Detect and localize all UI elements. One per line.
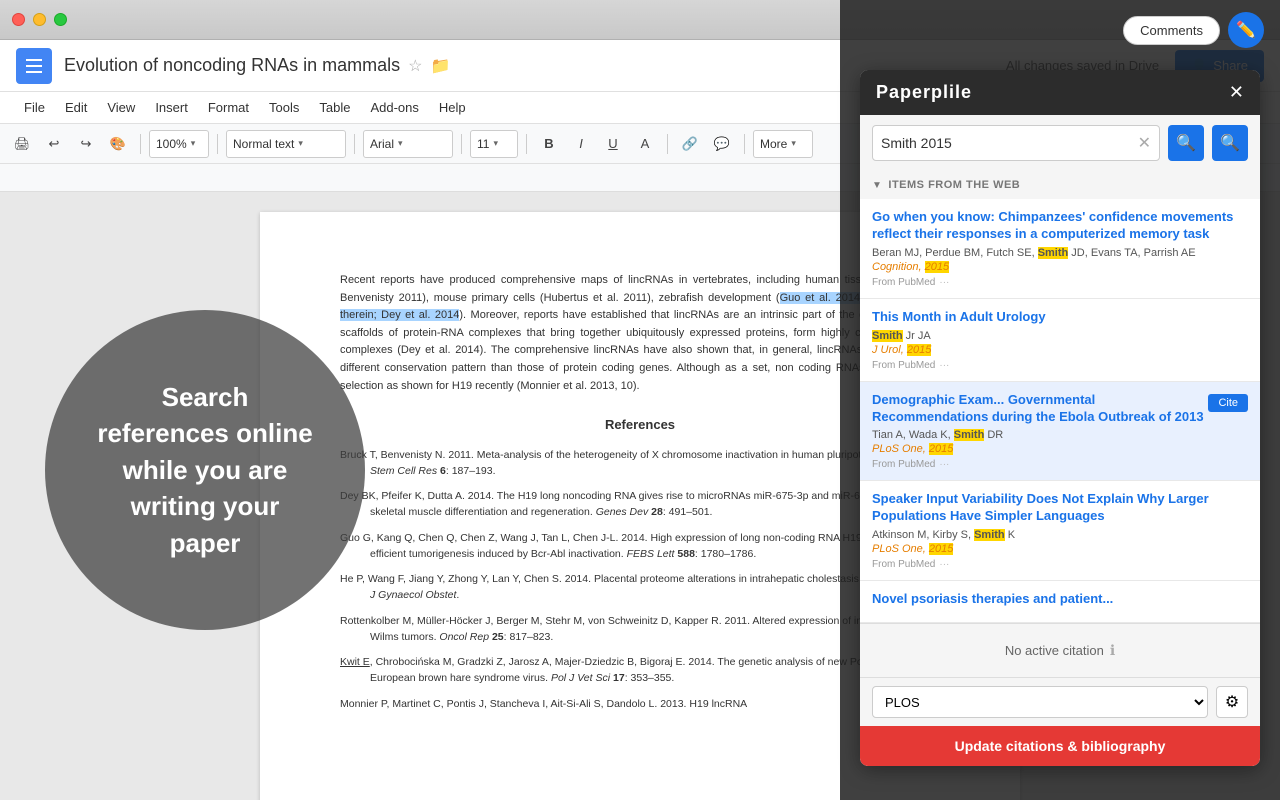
result-source: From PubMed ··· <box>872 277 1248 288</box>
style-dropdown[interactable]: Normal text ▾ <box>226 130 346 158</box>
font-color-button[interactable]: A <box>631 130 659 158</box>
search-input-wrapper[interactable]: ✕ <box>872 125 1160 161</box>
more-dropdown[interactable]: More ▾ <box>753 130 813 158</box>
doc-title: Evolution of noncoding RNAs in mammals <box>64 55 400 76</box>
section-header: ▼ ITEMS FROM THE WEB <box>860 171 1260 199</box>
pencil-icon: ✏️ <box>1236 20 1256 40</box>
menu-view[interactable]: View <box>99 96 143 119</box>
result-journal: PLoS One, 2015 <box>872 443 1248 455</box>
paperpile-header: Paperplile ✕ <box>860 70 1260 115</box>
result-item[interactable]: Novel psoriasis therapies and patient... <box>860 581 1260 623</box>
print-button[interactable]: 🖨 <box>8 130 36 158</box>
result-item[interactable]: Cite Demographic Exam... Governmental Re… <box>860 382 1260 482</box>
result-source: From PubMed ··· <box>872 360 1248 371</box>
result-title: Demographic Exam... Governmental Recomme… <box>872 392 1248 426</box>
result-authors: Beran MJ, Perdue BM, Futch SE, Smith JD,… <box>872 247 1248 259</box>
menu-addons[interactable]: Add-ons <box>362 96 426 119</box>
close-icon[interactable]: ✕ <box>1229 82 1244 103</box>
star-icon[interactable]: ☆ <box>408 56 422 76</box>
menu-file[interactable]: File <box>16 96 53 119</box>
cite-button[interactable]: Cite <box>1208 394 1248 412</box>
paint-format-button[interactable]: 🎨 <box>104 130 132 158</box>
menu-tools[interactable]: Tools <box>261 96 307 119</box>
results-section: ▼ ITEMS FROM THE WEB Go when you know: C… <box>860 171 1260 623</box>
paperpile-box: Paperplile ✕ ✕ 🔍 🔍 ▼ ITEMS FROM THE WEB <box>860 70 1260 766</box>
docs-logo <box>16 48 52 84</box>
result-authors: Atkinson M, Kirby S, Smith K <box>872 529 1248 541</box>
pencil-icon-button[interactable]: ✏️ <box>1228 12 1264 48</box>
italic-button[interactable]: I <box>567 130 595 158</box>
search-button[interactable]: 🔍 <box>1168 125 1204 161</box>
redo-button[interactable]: ↪ <box>72 130 100 158</box>
font-dropdown[interactable]: Arial ▾ <box>363 130 453 158</box>
result-journal: J Urol, 2015 <box>872 344 1248 356</box>
bold-button[interactable]: B <box>535 130 563 158</box>
menu-edit[interactable]: Edit <box>57 96 95 119</box>
bottom-section: No active citation ℹ <box>860 623 1260 677</box>
folder-icon[interactable]: 📁 <box>431 56 451 76</box>
result-title: Speaker Input Variability Does Not Expla… <box>872 491 1248 525</box>
update-citations-button[interactable]: Update citations & bibliography <box>860 726 1260 766</box>
undo-button[interactable]: ↩ <box>40 130 68 158</box>
result-title: Go when you know: Chimpanzees' confidenc… <box>872 209 1248 243</box>
paperpile-panel: Comments ✏️ Paperplile ✕ ✕ 🔍 🔍 <box>840 0 1280 800</box>
result-title: This Month in Adult Urology <box>872 309 1248 326</box>
traffic-lights <box>12 13 67 26</box>
settings-button[interactable]: ⚙ <box>1216 686 1248 718</box>
result-item[interactable]: Go when you know: Chimpanzees' confidenc… <box>860 199 1260 299</box>
comments-button[interactable]: Comments <box>1123 16 1220 45</box>
result-source: From PubMed ··· <box>872 559 1248 570</box>
menu-insert[interactable]: Insert <box>147 96 196 119</box>
clear-icon[interactable]: ✕ <box>1138 133 1151 153</box>
result-authors: Smith Jr JA <box>872 330 1248 342</box>
extra-search-button[interactable]: 🔍 <box>1212 125 1248 161</box>
comment-button[interactable]: 💬 <box>708 130 736 158</box>
result-source: From PubMed ··· <box>872 459 1248 470</box>
zoom-dropdown[interactable]: 100% ▾ <box>149 130 209 158</box>
journal-dropdown[interactable]: PLOS <box>872 686 1208 718</box>
gear-icon: ⚙ <box>1225 692 1239 712</box>
extra-search-icon: 🔍 <box>1220 133 1240 153</box>
panel-top-bar: Comments ✏️ <box>840 0 1280 60</box>
result-journal: PLoS One, 2015 <box>872 543 1248 555</box>
result-journal: Cognition, 2015 <box>872 261 1248 273</box>
bottom-toolbar: PLOS ⚙ <box>860 677 1260 726</box>
link-button[interactable]: 🔗 <box>676 130 704 158</box>
close-button[interactable] <box>12 13 25 26</box>
no-citation-area: No active citation ℹ <box>872 634 1248 667</box>
menu-help[interactable]: Help <box>431 96 474 119</box>
minimize-button[interactable] <box>33 13 46 26</box>
no-citation-text: No active citation <box>1005 643 1104 658</box>
paperpile-logo: Paperplile <box>876 82 972 103</box>
search-icon: 🔍 <box>1176 133 1196 153</box>
menu-table[interactable]: Table <box>311 96 358 119</box>
search-input[interactable] <box>881 135 1138 151</box>
result-title: Novel psoriasis therapies and patient... <box>872 591 1248 608</box>
search-bar: ✕ 🔍 🔍 <box>860 115 1260 171</box>
info-icon: ℹ <box>1110 642 1115 659</box>
result-item[interactable]: This Month in Adult Urology Smith Jr JA … <box>860 299 1260 382</box>
fullscreen-button[interactable] <box>54 13 67 26</box>
underline-button[interactable]: U <box>599 130 627 158</box>
menu-format[interactable]: Format <box>200 96 257 119</box>
size-dropdown[interactable]: 11 ▾ <box>470 130 518 158</box>
triangle-icon: ▼ <box>872 180 882 191</box>
result-authors: Tian A, Wada K, Smith DR <box>872 429 1248 441</box>
result-item[interactable]: Speaker Input Variability Does Not Expla… <box>860 481 1260 581</box>
